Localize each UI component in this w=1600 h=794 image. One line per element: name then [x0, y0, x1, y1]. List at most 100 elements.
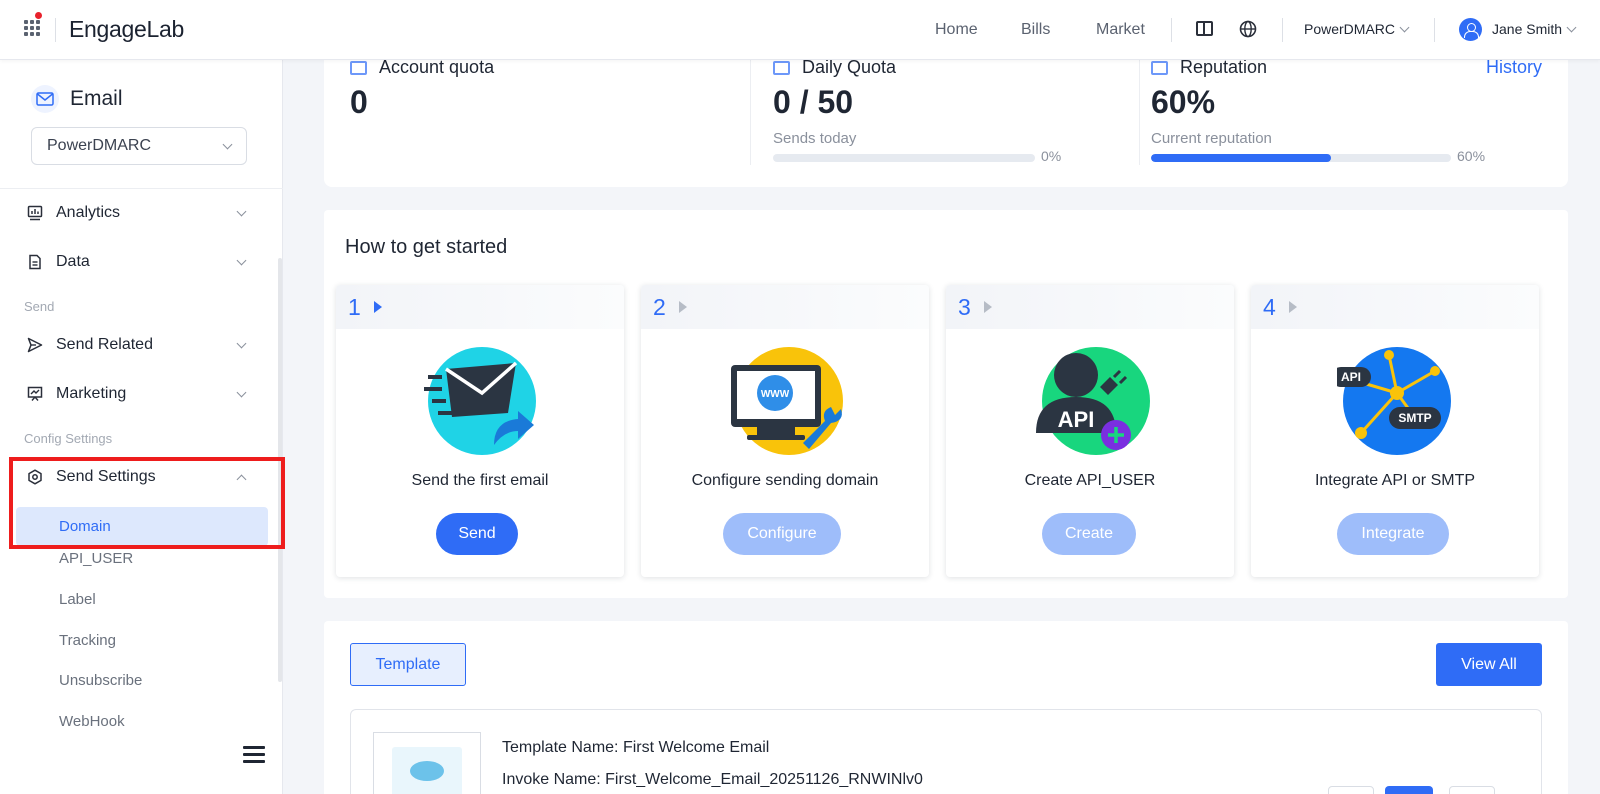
divider: [1171, 18, 1172, 42]
step-label: Configure sending domain: [691, 472, 879, 489]
nav-home[interactable]: Home: [935, 21, 978, 39]
sidebar-item-analytics[interactable]: Analytics: [27, 198, 247, 228]
section-title: How to get started: [345, 236, 508, 258]
step-arrow-icon: [1289, 301, 1297, 313]
more-button[interactable]: [1449, 786, 1495, 794]
step-arrow-icon: [984, 301, 992, 313]
template-card: Template View All Template Name: First W…: [324, 621, 1568, 794]
sidebar-item-data[interactable]: Data: [27, 247, 247, 277]
sidebar-item-label: Analytics: [56, 204, 121, 221]
step-number: 4: [1263, 294, 1276, 320]
org-selector-label: PowerDMARC: [1304, 21, 1396, 37]
api-text: API: [1341, 370, 1361, 384]
product-title: Email: [70, 87, 123, 110]
sidebar-subitem-webhook[interactable]: WebHook: [59, 713, 125, 730]
daily-quota-icon: [773, 60, 790, 75]
chevron-down-icon: [222, 139, 233, 149]
sidebar-item-label: Marketing: [56, 385, 127, 402]
sidebar-subitem-label[interactable]: Label: [59, 591, 96, 608]
template-name: Template Name: First Welcome Email: [502, 739, 770, 756]
integrate-button[interactable]: Integrate: [1337, 513, 1449, 555]
sidebar-subitem-tracking[interactable]: Tracking: [59, 632, 116, 649]
divider: [1282, 18, 1283, 42]
sidebar-item-label: Data: [56, 253, 90, 270]
globe-icon[interactable]: [1239, 20, 1257, 38]
analytics-icon: [27, 205, 43, 221]
quota-stats-card: Account quota 0 Daily Quota 0 / 50 Sends…: [324, 57, 1568, 187]
domain-config-illustration-icon: WWW: [731, 347, 843, 455]
quota-icon: [350, 60, 367, 75]
step-label: Integrate API or SMTP: [1314, 472, 1476, 489]
org-dropdown[interactable]: PowerDMARC: [31, 127, 247, 165]
chevron-up-icon: [236, 474, 247, 484]
daily-quota-header: Daily Quota: [773, 57, 896, 78]
sidebar-scrollbar[interactable]: [278, 258, 282, 682]
chevron-down-icon: [1566, 22, 1577, 33]
configure-button[interactable]: Configure: [723, 513, 841, 555]
send-icon: [27, 337, 43, 353]
settings-icon: [28, 469, 42, 485]
step-number: 1: [348, 294, 361, 320]
sidebar: Email PowerDMARC Analytics Data Send Sen…: [0, 60, 285, 794]
smtp-text: SMTP: [1398, 411, 1431, 425]
org-selector[interactable]: PowerDMARC: [1304, 21, 1410, 37]
view-all-button[interactable]: View All: [1436, 643, 1542, 686]
step-header: 1: [336, 285, 624, 329]
org-dropdown-value: PowerDMARC: [47, 137, 152, 154]
chevron-down-icon: [236, 387, 247, 397]
template-thumbnail[interactable]: [373, 732, 481, 794]
sidebar-item-send-related[interactable]: Send Related: [27, 330, 247, 360]
nav-bills[interactable]: Bills: [1021, 21, 1050, 39]
sidebar-subitem-domain[interactable]: Domain: [16, 507, 268, 546]
presentation-icon: [27, 386, 43, 401]
step-number: 3: [958, 294, 971, 320]
www-text: WWW: [761, 389, 790, 400]
step-header: 2: [641, 285, 929, 329]
chevron-down-icon: [236, 338, 247, 348]
integration-illustration-icon: API SMTP: [1337, 347, 1451, 455]
reputation-label: Reputation: [1180, 57, 1268, 77]
step-header: 3: [946, 285, 1234, 329]
product-header: Email: [31, 85, 123, 113]
menu-collapse-icon[interactable]: [243, 746, 265, 764]
logo[interactable]: EngageLab: [69, 16, 184, 43]
step-arrow-icon: [374, 301, 382, 313]
group-label-send: Send: [24, 299, 55, 314]
get-started-card: How to get started 1 Send the first emai…: [324, 210, 1568, 598]
preview-button[interactable]: [1328, 786, 1374, 794]
chevron-down-icon: [236, 206, 247, 216]
api-user-illustration-icon: API: [1036, 347, 1150, 455]
step-card-create-api-user: 3 API Create API_USER Create: [946, 285, 1234, 577]
reputation-percent: 60%: [1457, 148, 1486, 164]
sidebar-item-marketing[interactable]: Marketing: [27, 379, 247, 409]
template-row[interactable]: Template Name: First Welcome Email Invok…: [350, 709, 1542, 794]
divider: [0, 188, 283, 189]
sidebar-subitem-unsubscribe[interactable]: Unsubscribe: [59, 672, 142, 689]
sidebar-item-send-settings[interactable]: Send Settings: [27, 462, 247, 492]
history-link[interactable]: History: [1486, 57, 1542, 78]
user-menu[interactable]: Jane Smith: [1492, 21, 1577, 37]
step-card-send: 1 Send the first email Send: [336, 285, 624, 577]
divider: [1139, 60, 1140, 165]
avatar[interactable]: [1459, 18, 1482, 41]
step-label: Create API_USER: [1024, 472, 1156, 489]
reputation-icon: [1151, 60, 1168, 75]
document-icon: [29, 254, 41, 270]
daily-quota-sub: Sends today: [773, 130, 857, 147]
progress-fill: [1151, 154, 1331, 162]
sidebar-subitem-label: Domain: [59, 518, 111, 535]
sidebar-subitem-api-user[interactable]: API_USER: [59, 550, 133, 567]
send-button[interactable]: Send: [436, 513, 518, 555]
step-label: Send the first email: [411, 472, 549, 489]
app-launcher-icon[interactable]: [24, 20, 40, 36]
edit-button[interactable]: [1385, 786, 1433, 794]
nav-market[interactable]: Market: [1096, 21, 1145, 39]
step-number: 2: [653, 294, 666, 320]
group-label-config: Config Settings: [24, 431, 113, 446]
create-button[interactable]: Create: [1042, 513, 1136, 555]
reputation-value: 60%: [1151, 84, 1216, 120]
send-email-illustration-icon: [424, 347, 536, 455]
tab-template[interactable]: Template: [350, 643, 466, 686]
docs-icon[interactable]: [1196, 21, 1213, 36]
step-card-configure: 2 WWW Configure sending domain Configure: [641, 285, 929, 577]
